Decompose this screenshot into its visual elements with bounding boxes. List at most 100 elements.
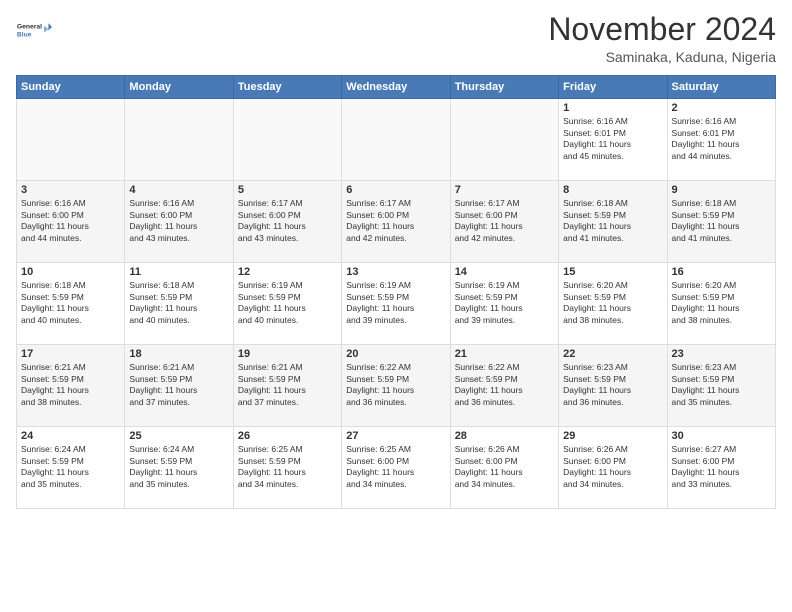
day-number: 12	[238, 266, 337, 278]
col-sunday: Sunday	[17, 76, 125, 99]
table-row: 6Sunrise: 6:17 AM Sunset: 6:00 PM Daylig…	[342, 181, 450, 263]
table-row: 20 Sunrise: 6:22 AM Sunset: 5:59 PM Dayli…	[342, 345, 450, 427]
day-number: 3	[21, 184, 120, 196]
logo-svg: General Blue	[16, 12, 52, 48]
cell-content: Sunrise: 6:18 AM Sunset: 5:59 PM Dayligh…	[21, 280, 120, 326]
cell-content: Sunrise: 6:26 AM Sunset: 6:00 PM Dayligh…	[455, 444, 554, 490]
day-number: 25	[129, 430, 228, 442]
cell-content: Sunrise: 6:16 AM Sunset: 6:00 PM Dayligh…	[129, 198, 228, 244]
cell-content: Sunrise: 6:19 AM Sunset: 5:59 PM Dayligh…	[346, 280, 445, 326]
table-row	[233, 99, 341, 181]
table-row: 22 Sunrise: 6:23 AM Sunset: 5:59 PM Dayli…	[559, 345, 667, 427]
table-row: 30 Sunrise: 6:27 AM Sunset: 6:00 PM Dayli…	[667, 427, 775, 509]
month-title: November 2024	[548, 12, 776, 47]
day-number: 30	[672, 430, 771, 442]
table-row: 15Sunrise: 6:20 AM Sunset: 5:59 PM Dayli…	[559, 263, 667, 345]
day-number: 1	[563, 102, 662, 114]
calendar-page: General Blue November 2024 Saminaka, Kad…	[0, 0, 792, 612]
table-row	[450, 99, 558, 181]
cell-content: Sunrise: 6:18 AM Sunset: 5:59 PM Dayligh…	[672, 198, 771, 244]
cell-content: Sunrise: 6:23 AM Sunset: 5:59 PM Dayligh…	[563, 362, 662, 408]
day-number: 27	[346, 430, 445, 442]
calendar-week-row: 1 Sunrise: 6:16 AM Sunset: 6:01 PM Daylig…	[17, 99, 776, 181]
cell-content: Sunrise: 6:24 AM Sunset: 5:59 PM Dayligh…	[21, 444, 120, 490]
location-subtitle: Saminaka, Kaduna, Nigeria	[548, 49, 776, 65]
table-row: 4 Sunrise: 6:16 AM Sunset: 6:00 PM Daylig…	[125, 181, 233, 263]
col-saturday: Saturday	[667, 76, 775, 99]
table-row: 28 Sunrise: 6:26 AM Sunset: 6:00 PM Dayli…	[450, 427, 558, 509]
cell-content: Sunrise: 6:17 AM Sunset: 6:00 PM Dayligh…	[455, 198, 554, 244]
cell-content: Sunrise: 6:26 AM Sunset: 6:00 PM Dayligh…	[563, 444, 662, 490]
cell-content: Sunrise: 6:27 AM Sunset: 6:00 PM Dayligh…	[672, 444, 771, 490]
table-row: 1 Sunrise: 6:16 AM Sunset: 6:01 PM Daylig…	[559, 99, 667, 181]
cell-content: Sunrise: 6:16 AM Sunset: 6:01 PM Dayligh…	[563, 116, 662, 162]
day-number: 4	[129, 184, 228, 196]
table-row: 5Sunrise: 6:17 AM Sunset: 6:00 PM Daylig…	[233, 181, 341, 263]
cell-content: Sunrise: 6:21 AM Sunset: 5:59 PM Dayligh…	[21, 362, 120, 408]
day-number: 28	[455, 430, 554, 442]
col-tuesday: Tuesday	[233, 76, 341, 99]
day-number: 21	[455, 348, 554, 360]
table-row	[125, 99, 233, 181]
cell-content: Sunrise: 6:22 AM Sunset: 5:59 PM Dayligh…	[455, 362, 554, 408]
table-row: 14 Sunrise: 6:19 AM Sunset: 5:59 PM Dayli…	[450, 263, 558, 345]
day-number: 7	[455, 184, 554, 196]
table-row: 7 Sunrise: 6:17 AM Sunset: 6:00 PM Daylig…	[450, 181, 558, 263]
table-row: 3Sunrise: 6:16 AM Sunset: 6:00 PM Daylig…	[17, 181, 125, 263]
col-wednesday: Wednesday	[342, 76, 450, 99]
calendar-week-row: 10 Sunrise: 6:18 AM Sunset: 5:59 PM Dayli…	[17, 263, 776, 345]
cell-content: Sunrise: 6:23 AM Sunset: 5:59 PM Dayligh…	[672, 362, 771, 408]
day-number: 18	[129, 348, 228, 360]
day-number: 17	[21, 348, 120, 360]
cell-content: Sunrise: 6:20 AM Sunset: 5:59 PM Dayligh…	[672, 280, 771, 326]
day-number: 13	[346, 266, 445, 278]
cell-content: Sunrise: 6:22 AM Sunset: 5:59 PM Dayligh…	[346, 362, 445, 408]
day-number: 23	[672, 348, 771, 360]
logo: General Blue	[16, 12, 52, 48]
header: General Blue November 2024 Saminaka, Kad…	[16, 12, 776, 65]
cell-content: Sunrise: 6:25 AM Sunset: 5:59 PM Dayligh…	[238, 444, 337, 490]
day-number: 14	[455, 266, 554, 278]
day-number: 26	[238, 430, 337, 442]
day-number: 20	[346, 348, 445, 360]
calendar-week-row: 3 Sunrise: 6:16 AM Sunset: 6:00 PM Daylig…	[17, 181, 776, 263]
table-row	[17, 99, 125, 181]
day-number: 16	[672, 266, 771, 278]
table-row: 24 Sunrise: 6:24 AM Sunset: 5:59 PM Dayli…	[17, 427, 125, 509]
col-thursday: Thursday	[450, 76, 558, 99]
table-row: 11 Sunrise: 6:18 AM Sunset: 5:59 PM Dayli…	[125, 263, 233, 345]
header-row: Sunday Monday Tuesday Wednesday Thursday…	[17, 76, 776, 99]
col-monday: Monday	[125, 76, 233, 99]
table-row: 9 Sunrise: 6:18 AM Sunset: 5:59 PM Daylig…	[667, 181, 775, 263]
day-number: 19	[238, 348, 337, 360]
day-number: 9	[672, 184, 771, 196]
table-row: 23 Sunrise: 6:23 AM Sunset: 5:59 PM Dayli…	[667, 345, 775, 427]
cell-content: Sunrise: 6:16 AM Sunset: 6:01 PM Dayligh…	[672, 116, 771, 162]
table-row: 10 Sunrise: 6:18 AM Sunset: 5:59 PM Dayli…	[17, 263, 125, 345]
cell-content: Sunrise: 6:18 AM Sunset: 5:59 PM Dayligh…	[129, 280, 228, 326]
cell-content: Sunrise: 6:18 AM Sunset: 5:59 PM Dayligh…	[563, 198, 662, 244]
day-number: 10	[21, 266, 120, 278]
cell-content: Sunrise: 6:21 AM Sunset: 5:59 PM Dayligh…	[129, 362, 228, 408]
svg-text:Blue: Blue	[17, 31, 32, 38]
calendar-week-row: 24 Sunrise: 6:24 AM Sunset: 5:59 PM Dayli…	[17, 427, 776, 509]
svg-text:General: General	[17, 24, 42, 31]
day-number: 11	[129, 266, 228, 278]
day-number: 29	[563, 430, 662, 442]
table-row: 16 Sunrise: 6:20 AM Sunset: 5:59 PM Dayli…	[667, 263, 775, 345]
day-number: 5	[238, 184, 337, 196]
cell-content: Sunrise: 6:24 AM Sunset: 5:59 PM Dayligh…	[129, 444, 228, 490]
day-number: 24	[21, 430, 120, 442]
table-row: 13 Sunrise: 6:19 AM Sunset: 5:59 PM Dayli…	[342, 263, 450, 345]
table-row: 12Sunrise: 6:19 AM Sunset: 5:59 PM Dayli…	[233, 263, 341, 345]
table-row: 18 Sunrise: 6:21 AM Sunset: 5:59 PM Dayli…	[125, 345, 233, 427]
table-row: 17 Sunrise: 6:21 AM Sunset: 5:59 PM Dayli…	[17, 345, 125, 427]
cell-content: Sunrise: 6:25 AM Sunset: 6:00 PM Dayligh…	[346, 444, 445, 490]
day-number: 22	[563, 348, 662, 360]
cell-content: Sunrise: 6:17 AM Sunset: 6:00 PM Dayligh…	[346, 198, 445, 244]
col-friday: Friday	[559, 76, 667, 99]
table-row: 8 Sunrise: 6:18 AM Sunset: 5:59 PM Daylig…	[559, 181, 667, 263]
cell-content: Sunrise: 6:19 AM Sunset: 5:59 PM Dayligh…	[455, 280, 554, 326]
title-area: November 2024 Saminaka, Kaduna, Nigeria	[548, 12, 776, 65]
day-number: 8	[563, 184, 662, 196]
